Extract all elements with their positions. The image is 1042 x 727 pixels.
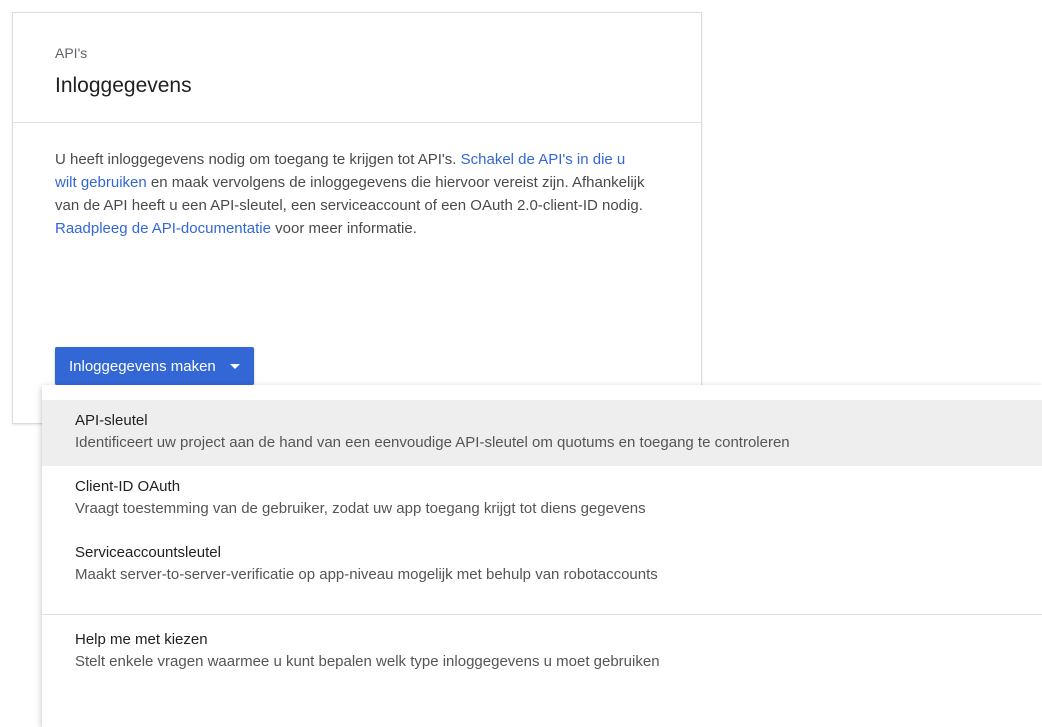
create-credentials-button[interactable]: Inloggegevens maken <box>55 347 254 385</box>
create-credentials-menu: API-sleutel Identificeert uw project aan… <box>42 385 1042 727</box>
menu-divider <box>42 614 1042 615</box>
menu-item-title: Client-ID OAuth <box>75 478 181 495</box>
description-text-1: U heeft inloggegevens nodig om toegang t… <box>55 151 461 168</box>
menu-item-title: Serviceaccountsleutel <box>75 544 221 561</box>
menu-item-title: Help me met kiezen <box>75 631 208 648</box>
menu-item-api-key[interactable]: API-sleutel Identificeert uw project aan… <box>42 400 1042 466</box>
menu-item-help-me-choose[interactable]: Help me met kiezen Stelt enkele vragen w… <box>42 629 1042 695</box>
card-body: U heeft inloggegevens nodig om toegang t… <box>13 123 653 240</box>
card-header: API's Inloggegevens <box>13 13 701 123</box>
menu-item-service-account-key[interactable]: Serviceaccountsleutel Maakt server-to-se… <box>42 532 1042 598</box>
caret-down-icon <box>229 363 240 369</box>
credentials-description: U heeft inloggegevens nodig om toegang t… <box>55 148 645 240</box>
breadcrumb[interactable]: API's <box>55 43 659 63</box>
create-credentials-label: Inloggegevens maken <box>69 357 216 375</box>
menu-item-title: API-sleutel <box>75 412 148 429</box>
menu-item-description: Maakt server-to-server-verificatie op ap… <box>75 566 658 583</box>
menu-item-oauth-client-id[interactable]: Client-ID OAuth Vraagt toestemming van d… <box>42 466 1042 532</box>
menu-item-description: Stelt enkele vragen waarmee u kunt bepal… <box>75 653 660 670</box>
menu-item-description: Vraagt toestemming van de gebruiker, zod… <box>75 500 646 517</box>
credentials-card: API's Inloggegevens U heeft inloggegeven… <box>12 12 702 424</box>
menu-item-description: Identificeert uw project aan de hand van… <box>75 434 790 451</box>
api-docs-link[interactable]: Raadpleeg de API-documentatie <box>55 220 271 237</box>
description-text-3: voor meer informatie. <box>270 220 417 237</box>
page-title: Inloggegevens <box>55 74 192 97</box>
